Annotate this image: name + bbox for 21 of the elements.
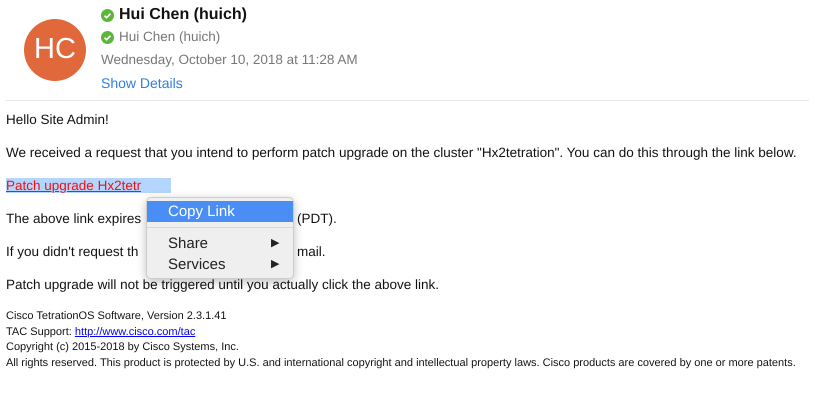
sender-name: Hui Chen (huich) bbox=[119, 5, 247, 25]
menu-item[interactable]: Share ▶ bbox=[147, 233, 293, 254]
support-link[interactable]: http://www.cisco.com/tac bbox=[74, 326, 196, 338]
message-text: The above link expires bbox=[6, 210, 142, 228]
message-text: mail. bbox=[297, 243, 326, 261]
menu-item[interactable]: Services ▶ bbox=[147, 254, 293, 275]
version-text: Cisco TetrationOS Software, Version 2.3.1.41 bbox=[6, 309, 228, 324]
copyright-text: Copyright (c) 2015-2018 by Cisco Systems, Inc. bbox=[6, 340, 240, 355]
message-text: (PDT). bbox=[297, 210, 337, 228]
support-label: TAC Support: bbox=[6, 326, 72, 338]
greeting-text: Hello Site Admin! bbox=[6, 111, 110, 129]
submenu-arrow-icon: ▶ bbox=[271, 254, 279, 275]
avatar: HC bbox=[24, 19, 86, 81]
closing-text: Patch upgrade will not be triggered until you actually click the above link. bbox=[6, 276, 440, 294]
message-text: If you didn't request th bbox=[6, 243, 138, 261]
message-paragraph: We received a request that you intend to perform patch upgrade on the cluster "Hx2tetration". You can do this through the link below. bbox=[6, 144, 798, 162]
recipient-name: Hui Chen (huich) bbox=[119, 28, 220, 46]
rights-text: All rights reserved. This product is protected by U.S. and international copyright and intellectual property laws. Cisco products are covered by one or more patents. bbox=[6, 356, 797, 370]
show-details-link[interactable]: Show Details bbox=[101, 72, 183, 94]
date-text: Wednesday, October 10, 2018 at 11:28 AM bbox=[101, 51, 358, 69]
submenu-arrow-icon: ▶ bbox=[271, 233, 279, 254]
